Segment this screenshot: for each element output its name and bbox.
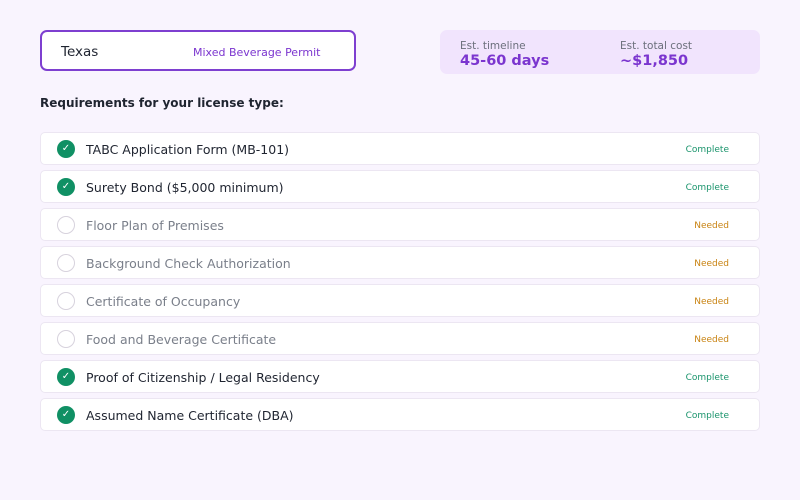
requirement-label: TABC Application Form (MB-101) — [86, 142, 290, 157]
requirements-heading: Requirements for your license type: — [40, 96, 284, 110]
requirement-status: Needed — [694, 259, 729, 269]
requirement-label: Floor Plan of Premises — [86, 218, 224, 233]
requirement-row[interactable]: Certificate of Occupancy Needed — [40, 284, 760, 317]
cost-estimate: Est. total cost ~$1,850 — [620, 40, 692, 70]
check-circle-icon[interactable]: ✓ — [57, 178, 75, 196]
requirement-status: Needed — [694, 297, 729, 307]
requirement-status: Complete — [685, 145, 729, 155]
requirement-label: Proof of Citizenship / Legal Residency — [86, 370, 320, 385]
requirement-status: Needed — [694, 335, 729, 345]
empty-circle-icon[interactable] — [57, 254, 75, 272]
requirement-label: Background Check Authorization — [86, 256, 291, 271]
check-circle-icon[interactable]: ✓ — [57, 140, 75, 158]
requirement-row[interactable]: ✓ Proof of Citizenship / Legal Residency C… — [40, 360, 760, 393]
empty-circle-icon[interactable] — [57, 216, 75, 234]
state-value: Texas — [61, 44, 99, 60]
requirement-label: Certificate of Occupancy — [86, 294, 241, 309]
timeline-value: 45-60 days — [460, 53, 550, 69]
timeline-label: Est. timeline — [460, 40, 526, 52]
license-selector[interactable]: Texas Mixed Beverage Permit — [40, 30, 356, 71]
requirement-label: Surety Bond ($5,000 minimum) — [86, 180, 284, 195]
requirement-row[interactable]: Food and Beverage Certificate Needed — [40, 322, 760, 355]
requirement-row[interactable]: Background Check Authorization Needed — [40, 246, 760, 279]
license-type-value: Mixed Beverage Permit — [193, 46, 321, 59]
timeline-estimate: Est. timeline 45-60 days — [460, 40, 549, 70]
empty-circle-icon[interactable] — [57, 330, 75, 348]
requirement-status: Needed — [694, 221, 729, 231]
requirement-label: Food and Beverage Certificate — [86, 332, 277, 347]
requirement-row[interactable]: ✓ TABC Application Form (MB-101) Complete — [40, 132, 760, 165]
requirement-status: Complete — [685, 373, 729, 383]
requirement-label: Assumed Name Certificate (DBA) — [86, 408, 294, 423]
requirement-row[interactable]: ✓ Assumed Name Certificate (DBA) Complete — [40, 398, 760, 431]
check-circle-icon[interactable]: ✓ — [57, 368, 75, 386]
requirement-status: Complete — [685, 183, 729, 193]
cost-label: Est. total cost — [620, 40, 693, 52]
requirements-list: ✓ TABC Application Form (MB-101) Complete ✓… — [40, 132, 760, 436]
check-circle-icon[interactable]: ✓ — [57, 406, 75, 424]
cost-value: ~$1,850 — [620, 53, 689, 69]
estimate-panel: Est. timeline 45-60 days Est. total cost… — [440, 30, 760, 74]
requirement-row[interactable]: Floor Plan of Premises Needed — [40, 208, 760, 241]
empty-circle-icon[interactable] — [57, 292, 75, 310]
requirement-row[interactable]: ✓ Surety Bond ($5,000 minimum) Complete — [40, 170, 760, 203]
requirement-status: Complete — [685, 411, 729, 421]
